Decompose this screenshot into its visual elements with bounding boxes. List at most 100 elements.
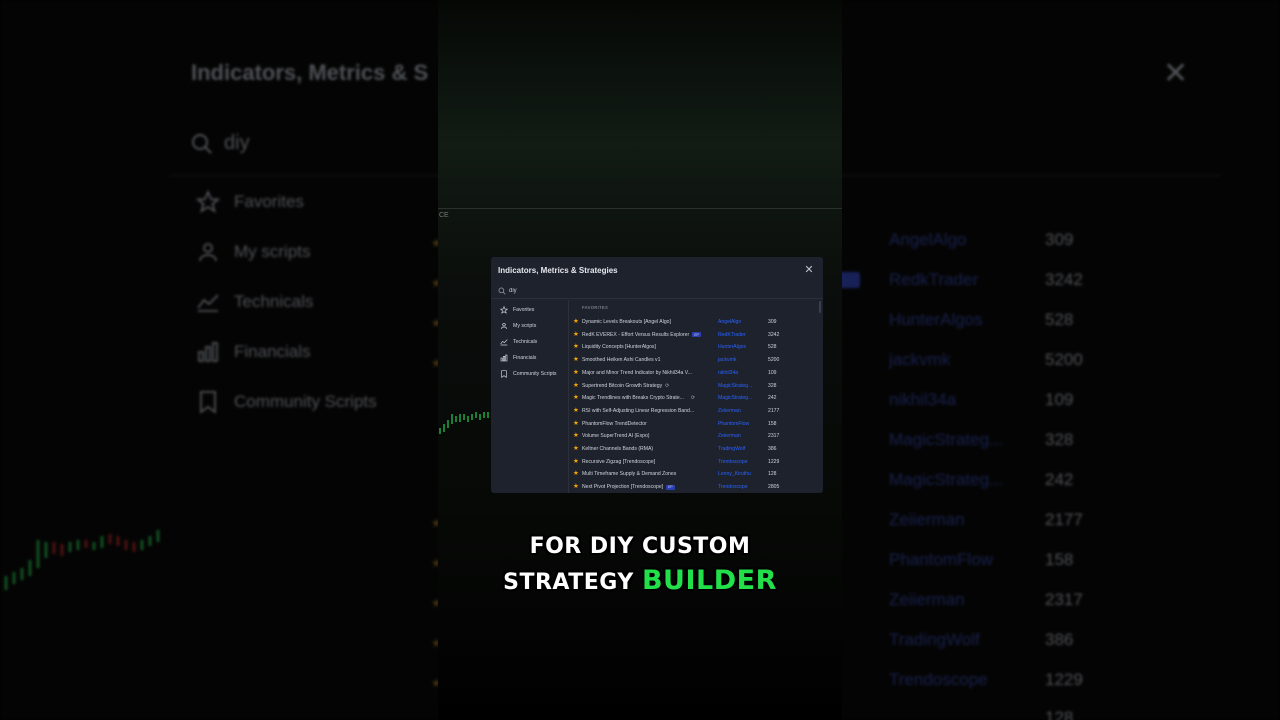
user-icon [501,323,507,330]
list-item[interactable]: ★ PhantomFlow TrendDetector PhantomFlow … [569,418,819,431]
sidebar-item-label: My scripts [513,323,537,329]
script-name: Major and Minor Trend Indicator by Nikhi… [582,369,692,376]
star-icon[interactable]: ★ [573,331,579,339]
ep-badge: EP [692,332,701,338]
background-author: MagicStrateg... [889,430,1004,449]
star-icon[interactable]: ★ [573,432,579,440]
star-icon[interactable]: ★ [573,369,579,377]
script-author-link[interactable]: PhantomFlow [718,421,763,427]
dialog-sidebar: Favorites My scripts Technicals Financia… [491,300,569,493]
list-item[interactable]: ★ Liquidity Concepts [HunterAlgos] Hunte… [569,341,819,354]
background-nav-favorites: Favorites [196,188,304,216]
sidebar-item-financials[interactable]: Financials [500,353,536,363]
script-count: 128 [768,471,777,478]
star-icon[interactable]: ★ [573,483,579,491]
strip-edge-label: CE [439,212,449,219]
script-count: 2317 [768,433,780,440]
star-icon[interactable]: ★ [573,458,579,466]
script-author-link[interactable]: nikhil34a [718,370,763,376]
script-author-link[interactable]: Trendoscope [718,484,763,490]
script-author-link[interactable]: HunterAlgos [718,344,763,350]
indicators-dialog: Indicators, Metrics & Strategies ✕ Favor… [491,257,823,493]
sidebar-item-favorites[interactable]: Favorites [500,305,534,315]
list-item[interactable]: ★ Dynamic Levels Breakouts [Angel Algo] … [569,316,819,329]
script-count: 386 [768,446,777,452]
script-name: Smoothed Heiken Ashi Candles v1 [582,357,661,364]
star-icon[interactable]: ★ [573,470,579,478]
bookmark-icon [200,391,216,414]
background-search-icon [192,134,212,154]
sidebar-item-label: Community Scripts [513,371,557,377]
list-item[interactable]: ★ Major and Minor Trend Indicator by Nik… [569,367,819,380]
list-item[interactable]: ★ Multi Timeframe Supply & Demand Zones … [569,468,819,481]
script-author-link[interactable]: Zeiierman [718,408,763,414]
list-item[interactable]: ★ Supertrend Bitcoin Growth Strategy ⟳ Ma… [569,380,819,393]
star-icon[interactable]: ★ [573,445,579,453]
script-author-link[interactable]: jackvmk [718,357,763,363]
background-author: HunterAlgos [889,310,983,329]
scrollbar[interactable] [819,301,821,313]
script-name: Liquidity Concepts [HunterAlgos] [582,344,656,351]
script-author-link[interactable]: AngelAlgo [718,319,763,325]
bar-chart-icon [500,354,508,362]
star-icon[interactable]: ★ [573,356,579,364]
background-nav-label: Technicals [234,292,314,311]
sidebar-item-my-scripts[interactable]: My scripts [500,321,536,331]
script-author-link[interactable]: Lenny_Kiruthu [718,471,763,477]
script-author-link[interactable]: Zeiierman [718,433,763,439]
star-outline-icon [500,306,508,314]
star-icon[interactable]: ★ [573,343,579,351]
background-author: RedkTrader [889,270,979,289]
background-count: 328 [1045,430,1074,449]
list-item[interactable]: ★ RSI with Self-Adjusting Linear Regress… [569,405,819,418]
star-icon[interactable]: ★ [573,382,579,390]
script-count: 242 [768,395,777,402]
list-item[interactable]: ★ Magic Trendlines with Breaks Crypto St… [569,392,819,405]
sidebar-item-community-scripts[interactable]: Community Scripts [500,369,557,379]
list-item[interactable]: ★ Volume SuperTrend AI (Expo) Zeiierman … [569,430,819,443]
background-count: 309 [1045,230,1074,249]
list-item[interactable]: ★ Smoothed Heiken Ashi Candles v1 jackvm… [569,354,819,367]
chart-area-icon [500,339,508,346]
star-icon[interactable]: ★ [573,394,579,402]
script-name: Supertrend Bitcoin Growth Strategy ⟳ [582,382,670,389]
script-count: 2805 [768,484,780,491]
background-count: 3242 [1045,270,1083,289]
mini-candles-icon [439,412,489,434]
background-author: AngelAlgo [889,230,967,249]
background-nav-label: My scripts [234,242,311,261]
background-author: Trendoscope [889,670,988,689]
list-item[interactable]: ★ Recursive Zigzag [Trendoscope] Trendos… [569,456,819,469]
search-icon [498,287,506,295]
script-author-link[interactable]: MagicStrateg... [718,383,763,389]
script-author-link[interactable]: TradingWolf [718,446,763,452]
background-count: 386 [1045,630,1074,649]
script-count: 109 [768,369,777,376]
background-nav-technicals: Technicals [196,288,313,316]
list-item[interactable]: ★ Next Pivot Projection [Trendoscope] EP … [569,481,819,493]
background-count: 1229 [1045,670,1083,689]
script-author-link[interactable]: MagicStrateg... [718,395,763,401]
sidebar-item-label: Favorites [513,307,535,313]
list-item[interactable]: ★ Keltner Channels Bands (RMA) TradingWo… [569,443,819,456]
background-count: 109 [1045,390,1074,409]
background-count: 2177 [1045,510,1083,529]
star-icon[interactable]: ★ [573,420,579,428]
script-author-link[interactable]: Trendoscope [718,459,763,465]
star-icon[interactable]: ★ [573,318,579,326]
close-icon[interactable]: ✕ [802,263,816,277]
star-icon[interactable]: ★ [573,407,579,415]
search-input[interactable] [509,285,809,297]
user-icon [199,243,217,262]
background-close-icon: ✕ [1163,57,1189,90]
background-nav-my-scripts: My scripts [196,238,311,266]
script-author-link[interactable]: RedKTrader [718,332,763,338]
dialog-title: Indicators, Metrics & Strategies [498,266,618,275]
sidebar-item-technicals[interactable]: Technicals [500,337,537,347]
background-author: Zeiierman [889,510,965,529]
strategy-icon: ⟳ [665,382,670,389]
list-item[interactable]: ★ RedK EVEREX - Effort Versus Results Ex… [569,329,819,342]
chart-area-icon [197,294,219,312]
caption-line-2: STRATEGY BUILDER [0,565,1280,596]
caption-line-1: FOR DIY CUSTOM [529,534,751,559]
